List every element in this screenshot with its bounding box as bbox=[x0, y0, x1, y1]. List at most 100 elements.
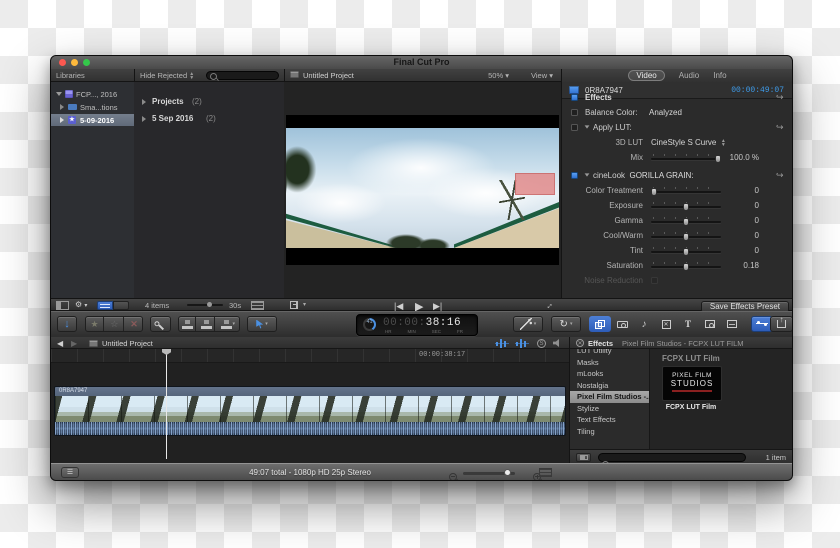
effects-checkbox[interactable] bbox=[571, 94, 578, 101]
disclosure-triangle-icon[interactable] bbox=[584, 173, 590, 177]
category-mlooks[interactable]: mLooks bbox=[570, 368, 649, 380]
previous-frame-button[interactable]: |◀ bbox=[394, 301, 403, 312]
sidebar-item-event-selected[interactable]: ★ 5-09-2016 bbox=[51, 114, 134, 126]
param-value[interactable]: 0 bbox=[721, 186, 759, 195]
category-pixel-film-studios[interactable]: Pixel Film Studios -... bbox=[570, 391, 649, 403]
clip-appearance-icon[interactable] bbox=[251, 301, 264, 310]
slider-thumb[interactable] bbox=[683, 218, 689, 226]
retime-button[interactable]: ↻ ▾ bbox=[551, 316, 581, 332]
mix-slider[interactable] bbox=[651, 154, 721, 163]
clip-appearance-button[interactable] bbox=[539, 467, 552, 477]
viewer-zoom-dropdown[interactable]: 50% ▾ bbox=[488, 71, 509, 80]
effect-thumbnail[interactable]: PIXEL FILM STUDIOS bbox=[662, 366, 722, 401]
tab-info[interactable]: Info bbox=[713, 71, 726, 80]
param-value[interactable]: 0 bbox=[721, 246, 759, 255]
param-checkbox[interactable] bbox=[651, 277, 658, 284]
disclosure-triangle-icon[interactable] bbox=[142, 116, 146, 122]
transitions-browser-button[interactable]: ✕ bbox=[655, 316, 677, 332]
slider-thumb[interactable] bbox=[683, 203, 689, 211]
playhead[interactable] bbox=[166, 349, 167, 459]
viewer-view-dropdown[interactable]: View ▾ bbox=[531, 71, 553, 80]
favorite-button[interactable]: ★ bbox=[86, 317, 104, 331]
browser-settings-button[interactable]: ⚙ ▾ bbox=[75, 300, 87, 309]
share-button[interactable] bbox=[770, 315, 792, 332]
audio-skimming-icon[interactable] bbox=[495, 338, 509, 348]
category-lut-utility[interactable]: LUT Utility bbox=[570, 349, 649, 357]
mix-slider-thumb[interactable] bbox=[714, 155, 721, 163]
connect-edit-button[interactable] bbox=[179, 317, 197, 331]
sidebar-item-folder[interactable]: Sma...tions bbox=[51, 101, 134, 113]
zoom-out-icon[interactable] bbox=[449, 473, 457, 480]
slider-thumb[interactable] bbox=[683, 263, 689, 271]
category-tiling[interactable]: Tiling bbox=[570, 426, 649, 438]
fullscreen-icon[interactable]: ↔ bbox=[542, 298, 555, 311]
effects-search-field[interactable] bbox=[598, 452, 746, 468]
param-slider[interactable] bbox=[651, 262, 721, 271]
sidebar-toggle-button[interactable] bbox=[576, 452, 591, 462]
param-slider[interactable] bbox=[650, 187, 721, 196]
category-nostalgia[interactable]: Nostalgia bbox=[570, 380, 649, 392]
effects-browser-button[interactable] bbox=[589, 316, 611, 332]
photos-browser-button[interactable] bbox=[611, 316, 633, 332]
param-slider[interactable] bbox=[651, 217, 721, 226]
slider-thumb[interactable] bbox=[650, 188, 657, 196]
enhancements-button[interactable]: ▾ bbox=[513, 316, 543, 332]
close-icon[interactable]: ✕ bbox=[576, 338, 584, 347]
timeline-back-button[interactable]: ◀ bbox=[57, 339, 63, 348]
tools-dropdown[interactable]: ▾ bbox=[303, 301, 306, 308]
timeline-zoom-thumb[interactable] bbox=[503, 469, 511, 476]
disclosure-triangle-icon[interactable] bbox=[584, 125, 590, 129]
import-button[interactable]: ↓ bbox=[57, 316, 77, 332]
filmstrip-view-button[interactable] bbox=[97, 301, 113, 310]
lut-popup[interactable]: CineStyle S Curve ▲ ▼ bbox=[651, 138, 726, 147]
timeline-tracks[interactable]: 0R8A7947 bbox=[51, 363, 569, 463]
next-frame-button[interactable]: ▶| bbox=[433, 301, 442, 312]
param-value[interactable]: 0 bbox=[721, 201, 759, 210]
unrate-button[interactable]: ☆ bbox=[106, 317, 124, 331]
browser-group-projects[interactable]: Projects (2) bbox=[134, 96, 284, 109]
skimming-icon[interactable]: S bbox=[537, 338, 546, 348]
disclosure-triangle-icon[interactable] bbox=[60, 117, 64, 123]
category-text-effects[interactable]: Text Effects bbox=[570, 414, 649, 426]
cinelook-checkbox[interactable] bbox=[571, 172, 578, 179]
reset-icon[interactable]: ↩ bbox=[776, 92, 784, 103]
timeline-clip[interactable]: 0R8A7947 bbox=[54, 386, 566, 436]
dashboard[interactable]: 41 00:00:38:16 HR MIN SEC FR bbox=[356, 314, 478, 336]
solo-speaker-icon[interactable] bbox=[553, 338, 559, 348]
list-view-button[interactable] bbox=[113, 301, 129, 310]
themes-browser-button[interactable] bbox=[721, 316, 743, 332]
timeline-ruler[interactable]: 00:00:38:17 bbox=[51, 349, 569, 363]
generators-browser-button[interactable] bbox=[699, 316, 721, 332]
category-stylize[interactable]: Stylize bbox=[570, 403, 649, 415]
crop-tool-icon[interactable] bbox=[290, 301, 298, 309]
filter-dropdown[interactable]: Hide Rejected ▲ ▼ bbox=[140, 71, 194, 81]
viewer-canvas[interactable] bbox=[284, 82, 561, 298]
timeline-project-title[interactable]: Untitled Project bbox=[102, 339, 153, 348]
sidebar-item-library[interactable]: FCP..., 2016 bbox=[51, 88, 134, 100]
tool-selector-button[interactable]: ▾ bbox=[247, 316, 277, 332]
reset-icon[interactable]: ↩ bbox=[776, 170, 784, 181]
music-browser-button[interactable]: ♪ bbox=[633, 316, 655, 332]
param-slider[interactable] bbox=[651, 232, 721, 241]
slider-thumb[interactable] bbox=[683, 248, 689, 256]
filmstrip-pane-icon[interactable] bbox=[56, 301, 69, 310]
timeline-forward-button[interactable]: ▶ bbox=[71, 339, 77, 348]
audio-waveform-icon[interactable] bbox=[515, 338, 529, 348]
reject-button[interactable]: ✕ bbox=[126, 317, 142, 331]
browser-search-field[interactable] bbox=[206, 71, 279, 80]
tab-audio[interactable]: Audio bbox=[679, 71, 699, 80]
param-value[interactable]: 0 bbox=[721, 216, 759, 225]
append-edit-button[interactable]: ▾ bbox=[217, 317, 239, 331]
insert-edit-button[interactable] bbox=[198, 317, 216, 331]
balance-color-checkbox[interactable] bbox=[571, 109, 578, 116]
disclosure-triangle-icon[interactable] bbox=[56, 92, 62, 96]
duration-slider-thumb[interactable] bbox=[206, 302, 212, 307]
timeline-zoom-slider[interactable] bbox=[463, 469, 515, 476]
reset-icon[interactable]: ↩ bbox=[776, 122, 784, 133]
keyword-editor-button[interactable] bbox=[150, 316, 171, 332]
mix-value[interactable]: 100.0 % bbox=[721, 153, 759, 162]
browser-group-date[interactable]: 5 Sep 2016 (2) bbox=[134, 113, 284, 126]
window-titlebar[interactable]: Final Cut Pro bbox=[51, 56, 792, 70]
tab-video[interactable]: Video bbox=[628, 70, 665, 81]
param-slider[interactable] bbox=[651, 247, 721, 256]
